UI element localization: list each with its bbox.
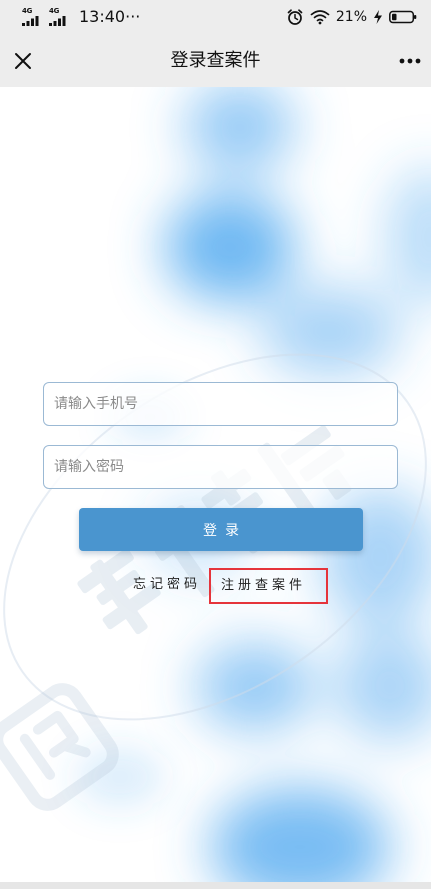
more-button[interactable] [395, 46, 425, 76]
more-icon [399, 58, 421, 64]
battery-icon [389, 10, 417, 24]
title-bar: 登录查案件 [0, 34, 431, 87]
password-input[interactable] [43, 445, 398, 489]
phone-number-input[interactable] [43, 382, 398, 426]
status-left: 4G 4G 13:40··· [22, 7, 140, 27]
time-suffix: ··· [125, 7, 141, 26]
signal-icon [49, 16, 66, 26]
page-title: 登录查案件 [170, 50, 261, 71]
login-button[interactable]: 登录 [79, 508, 363, 551]
close-icon [15, 53, 31, 69]
status-right: 21% [280, 7, 417, 27]
wifi-icon [310, 10, 330, 25]
network-type-label: 4G [22, 7, 33, 15]
battery-percent: 21% [335, 9, 367, 25]
status-bar: 4G 4G 13:40··· 21% [0, 0, 431, 34]
signal-icon [22, 16, 39, 26]
time-text: 13:40 [79, 7, 126, 26]
close-button[interactable] [8, 46, 38, 76]
status-time: 13:40··· [79, 7, 140, 27]
login-page-content: 登录 忘记密码 注册查案件 [0, 87, 431, 882]
network-type-label: 4G [49, 7, 60, 15]
network-indicator-2: 4G [49, 7, 73, 27]
network-indicator-1: 4G [22, 7, 46, 27]
alarm-icon [287, 9, 303, 25]
bottom-bar [0, 882, 431, 889]
charging-icon [374, 10, 382, 24]
register-case-link[interactable]: 注册查案件 [209, 568, 328, 604]
forgot-password-link[interactable]: 忘记密码 [133, 574, 201, 596]
